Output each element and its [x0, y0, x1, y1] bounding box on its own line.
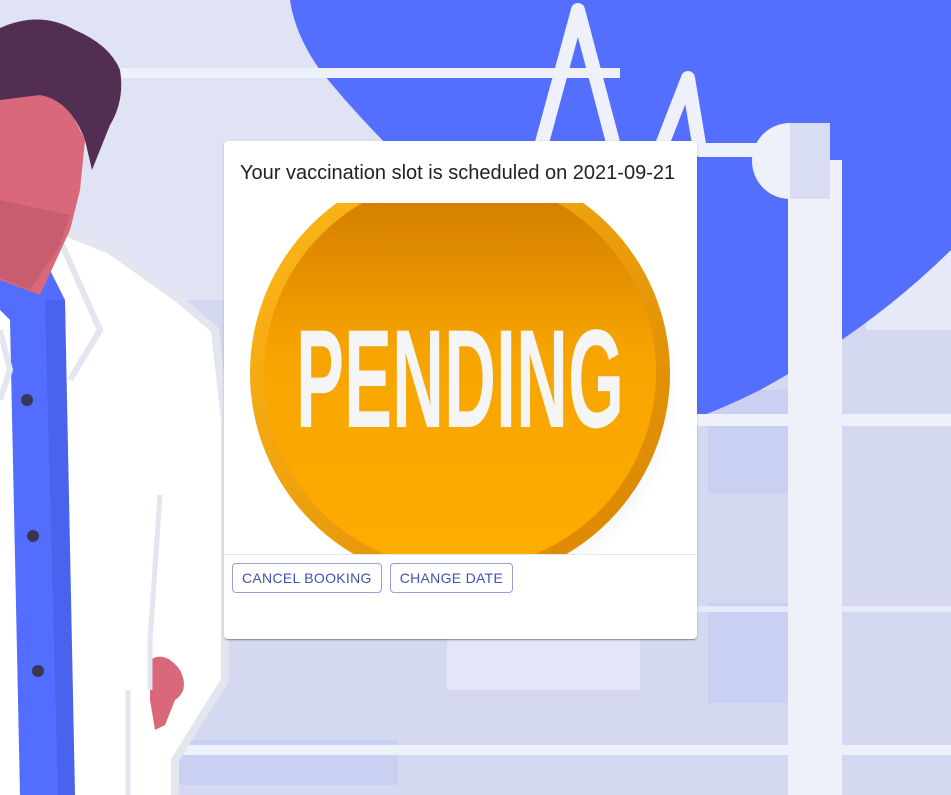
card-actions: CANCEL BOOKING CHANGE DATE: [232, 563, 514, 593]
booking-status-title: Your vaccination slot is scheduled on 20…: [240, 162, 676, 184]
change-date-button[interactable]: CHANGE DATE: [389, 563, 514, 593]
card-divider: [224, 554, 697, 555]
pending-badge-icon: PENDING: [250, 203, 681, 554]
booking-card: Your vaccination slot is scheduled on 20…: [224, 141, 697, 639]
cancel-booking-button[interactable]: CANCEL BOOKING: [232, 563, 382, 593]
pending-text-glyph: PENDING: [296, 300, 624, 457]
pending-status-image: PENDING: [224, 203, 697, 554]
